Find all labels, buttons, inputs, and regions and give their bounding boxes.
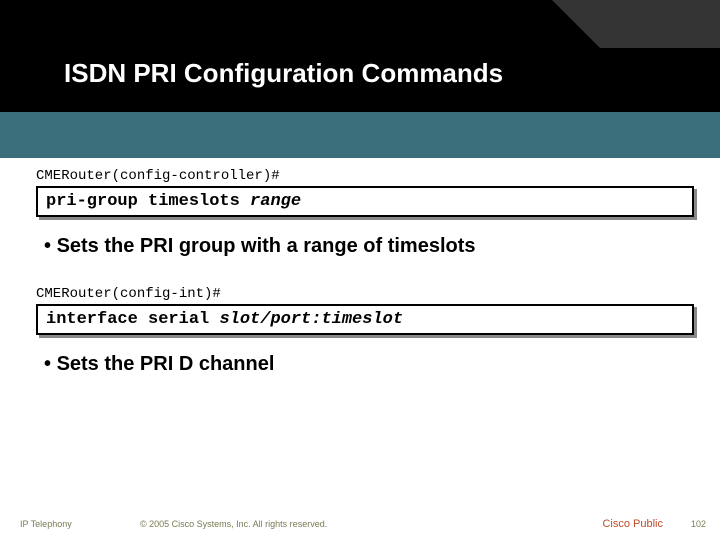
cmd1-fixed: pri-group timeslots [46,192,250,211]
footer-public: Cisco Public [602,518,663,530]
command-box-1: pri-group timeslots range [36,186,694,217]
footer-course: IP Telephony [20,519,140,529]
slide-title: ISDN PRI Configuration Commands [64,58,503,89]
cmd2-arg: slot/port:timeslot [219,310,403,329]
command-box-2: interface serial slot/port:timeslot [36,304,694,335]
footer-copyright: © 2005 Cisco Systems, Inc. All rights re… [140,519,602,529]
bullet-1: Sets the PRI group with a range of times… [44,235,720,258]
content-area: CMERouter(config-controller)# pri-group … [0,158,720,404]
prompt-2: CMERouter(config-int)# [36,286,720,302]
cmd1-arg: range [250,192,301,211]
footer: IP Telephony © 2005 Cisco Systems, Inc. … [0,518,720,530]
footer-page: 102 [691,519,706,529]
corner-accent [600,0,720,48]
prompt-1: CMERouter(config-controller)# [36,168,720,184]
cmd2-fixed: interface serial [46,310,219,329]
subtitle-band [0,112,720,158]
bullet-2: Sets the PRI D channel [44,353,720,376]
